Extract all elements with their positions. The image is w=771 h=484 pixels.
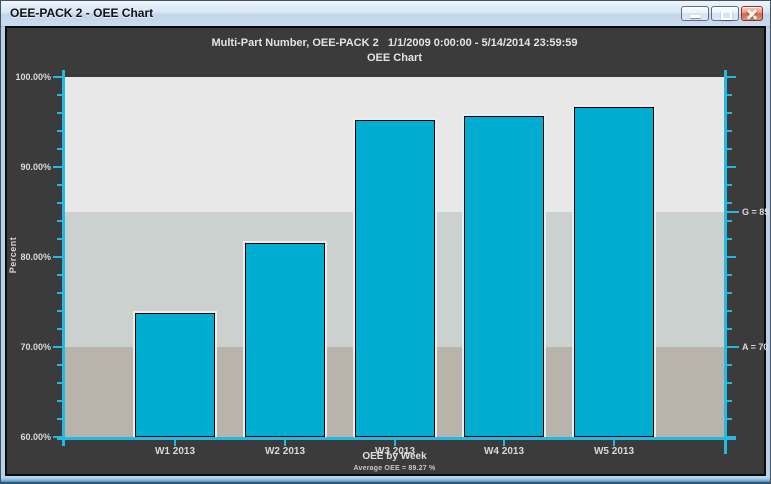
y-axis-tick bbox=[727, 274, 732, 276]
threshold-label: G = 85 bbox=[742, 207, 769, 217]
y-axis-tick bbox=[53, 76, 62, 78]
threshold-tick bbox=[727, 211, 739, 213]
average-oee-note: Average OEE = 89.27 % bbox=[65, 465, 724, 472]
y-axis-tick bbox=[727, 148, 732, 150]
y-axis-tick bbox=[727, 112, 732, 114]
y-axis-tick bbox=[727, 292, 732, 294]
y-axis-tick bbox=[727, 220, 732, 222]
y-axis-tick bbox=[57, 400, 62, 402]
y-axis-tick bbox=[57, 274, 62, 276]
y-tick-label: 100.00% bbox=[0, 72, 51, 82]
close-icon bbox=[746, 9, 758, 20]
y-axis-tick bbox=[727, 400, 732, 402]
threshold-label: A = 70 bbox=[742, 342, 768, 352]
minimize-button[interactable] bbox=[681, 6, 709, 21]
chart-canvas: Multi-Part Number, OEE-PACK 2 1/1/2009 0… bbox=[5, 26, 766, 476]
close-button[interactable] bbox=[741, 6, 763, 21]
y-axis-tick bbox=[57, 364, 62, 366]
y-axis-tick bbox=[727, 202, 732, 204]
window-title: OEE-PACK 2 - OEE Chart bbox=[10, 6, 153, 20]
y-axis-tick bbox=[727, 76, 736, 78]
y-axis-tick bbox=[727, 184, 732, 186]
y-axis-tick bbox=[57, 238, 62, 240]
y-axis-tick bbox=[53, 436, 62, 438]
y-axis-tick bbox=[727, 166, 736, 168]
y-axis-tick bbox=[57, 94, 62, 96]
y-axis-tick bbox=[57, 112, 62, 114]
y-axis-tick bbox=[57, 382, 62, 384]
y-axis-tick bbox=[57, 418, 62, 420]
bar-w5-2013[interactable] bbox=[574, 107, 654, 437]
plot-area: 100.00%90.00%80.00%70.00%60.00%G = 85A =… bbox=[7, 28, 764, 474]
y-axis-tick bbox=[727, 382, 732, 384]
x-axis-title: OEE by Week bbox=[65, 451, 724, 462]
y-axis-tick bbox=[57, 148, 62, 150]
restore-button[interactable] bbox=[711, 6, 739, 21]
window-bottom-edge bbox=[1, 476, 770, 483]
y-axis-tick bbox=[727, 328, 732, 330]
y-axis-tick bbox=[53, 166, 62, 168]
y-axis-left bbox=[62, 70, 65, 446]
y-axis-tick bbox=[53, 256, 62, 258]
y-axis-tick bbox=[727, 418, 732, 420]
minimize-icon bbox=[690, 15, 701, 18]
y-axis-tick bbox=[727, 238, 732, 240]
threshold-tick bbox=[727, 346, 739, 348]
y-axis-tick bbox=[57, 310, 62, 312]
y-axis-tick bbox=[57, 130, 62, 132]
y-axis-tick bbox=[727, 364, 732, 366]
bar-w3-2013[interactable] bbox=[355, 120, 435, 437]
y-axis-tick bbox=[57, 184, 62, 186]
y-tick-label: 60.00% bbox=[0, 432, 51, 442]
y-axis-tick bbox=[57, 202, 62, 204]
bar-w2-2013[interactable] bbox=[245, 243, 325, 437]
y-axis-tick bbox=[727, 130, 732, 132]
app-window: OEE-PACK 2 - OEE Chart Multi-Part Number… bbox=[0, 0, 771, 484]
y-axis-tick bbox=[727, 310, 732, 312]
y-tick-label: 90.00% bbox=[0, 162, 51, 172]
y-axis-tick bbox=[53, 346, 62, 348]
y-axis-tick bbox=[57, 328, 62, 330]
y-axis-right bbox=[724, 70, 727, 454]
y-axis-tick bbox=[727, 436, 736, 438]
y-tick-label: 70.00% bbox=[0, 342, 51, 352]
y-axis-tick bbox=[727, 94, 732, 96]
window-controls bbox=[681, 6, 763, 21]
y-tick-label: 80.00% bbox=[0, 252, 51, 262]
titlebar: OEE-PACK 2 - OEE Chart bbox=[1, 1, 770, 27]
x-axis bbox=[57, 437, 736, 440]
bar-w1-2013[interactable] bbox=[135, 313, 215, 437]
y-axis-tick bbox=[727, 256, 736, 258]
y-axis-tick bbox=[57, 292, 62, 294]
bar-w4-2013[interactable] bbox=[464, 116, 544, 437]
y-axis-tick bbox=[57, 220, 62, 222]
restore-icon bbox=[721, 10, 732, 20]
